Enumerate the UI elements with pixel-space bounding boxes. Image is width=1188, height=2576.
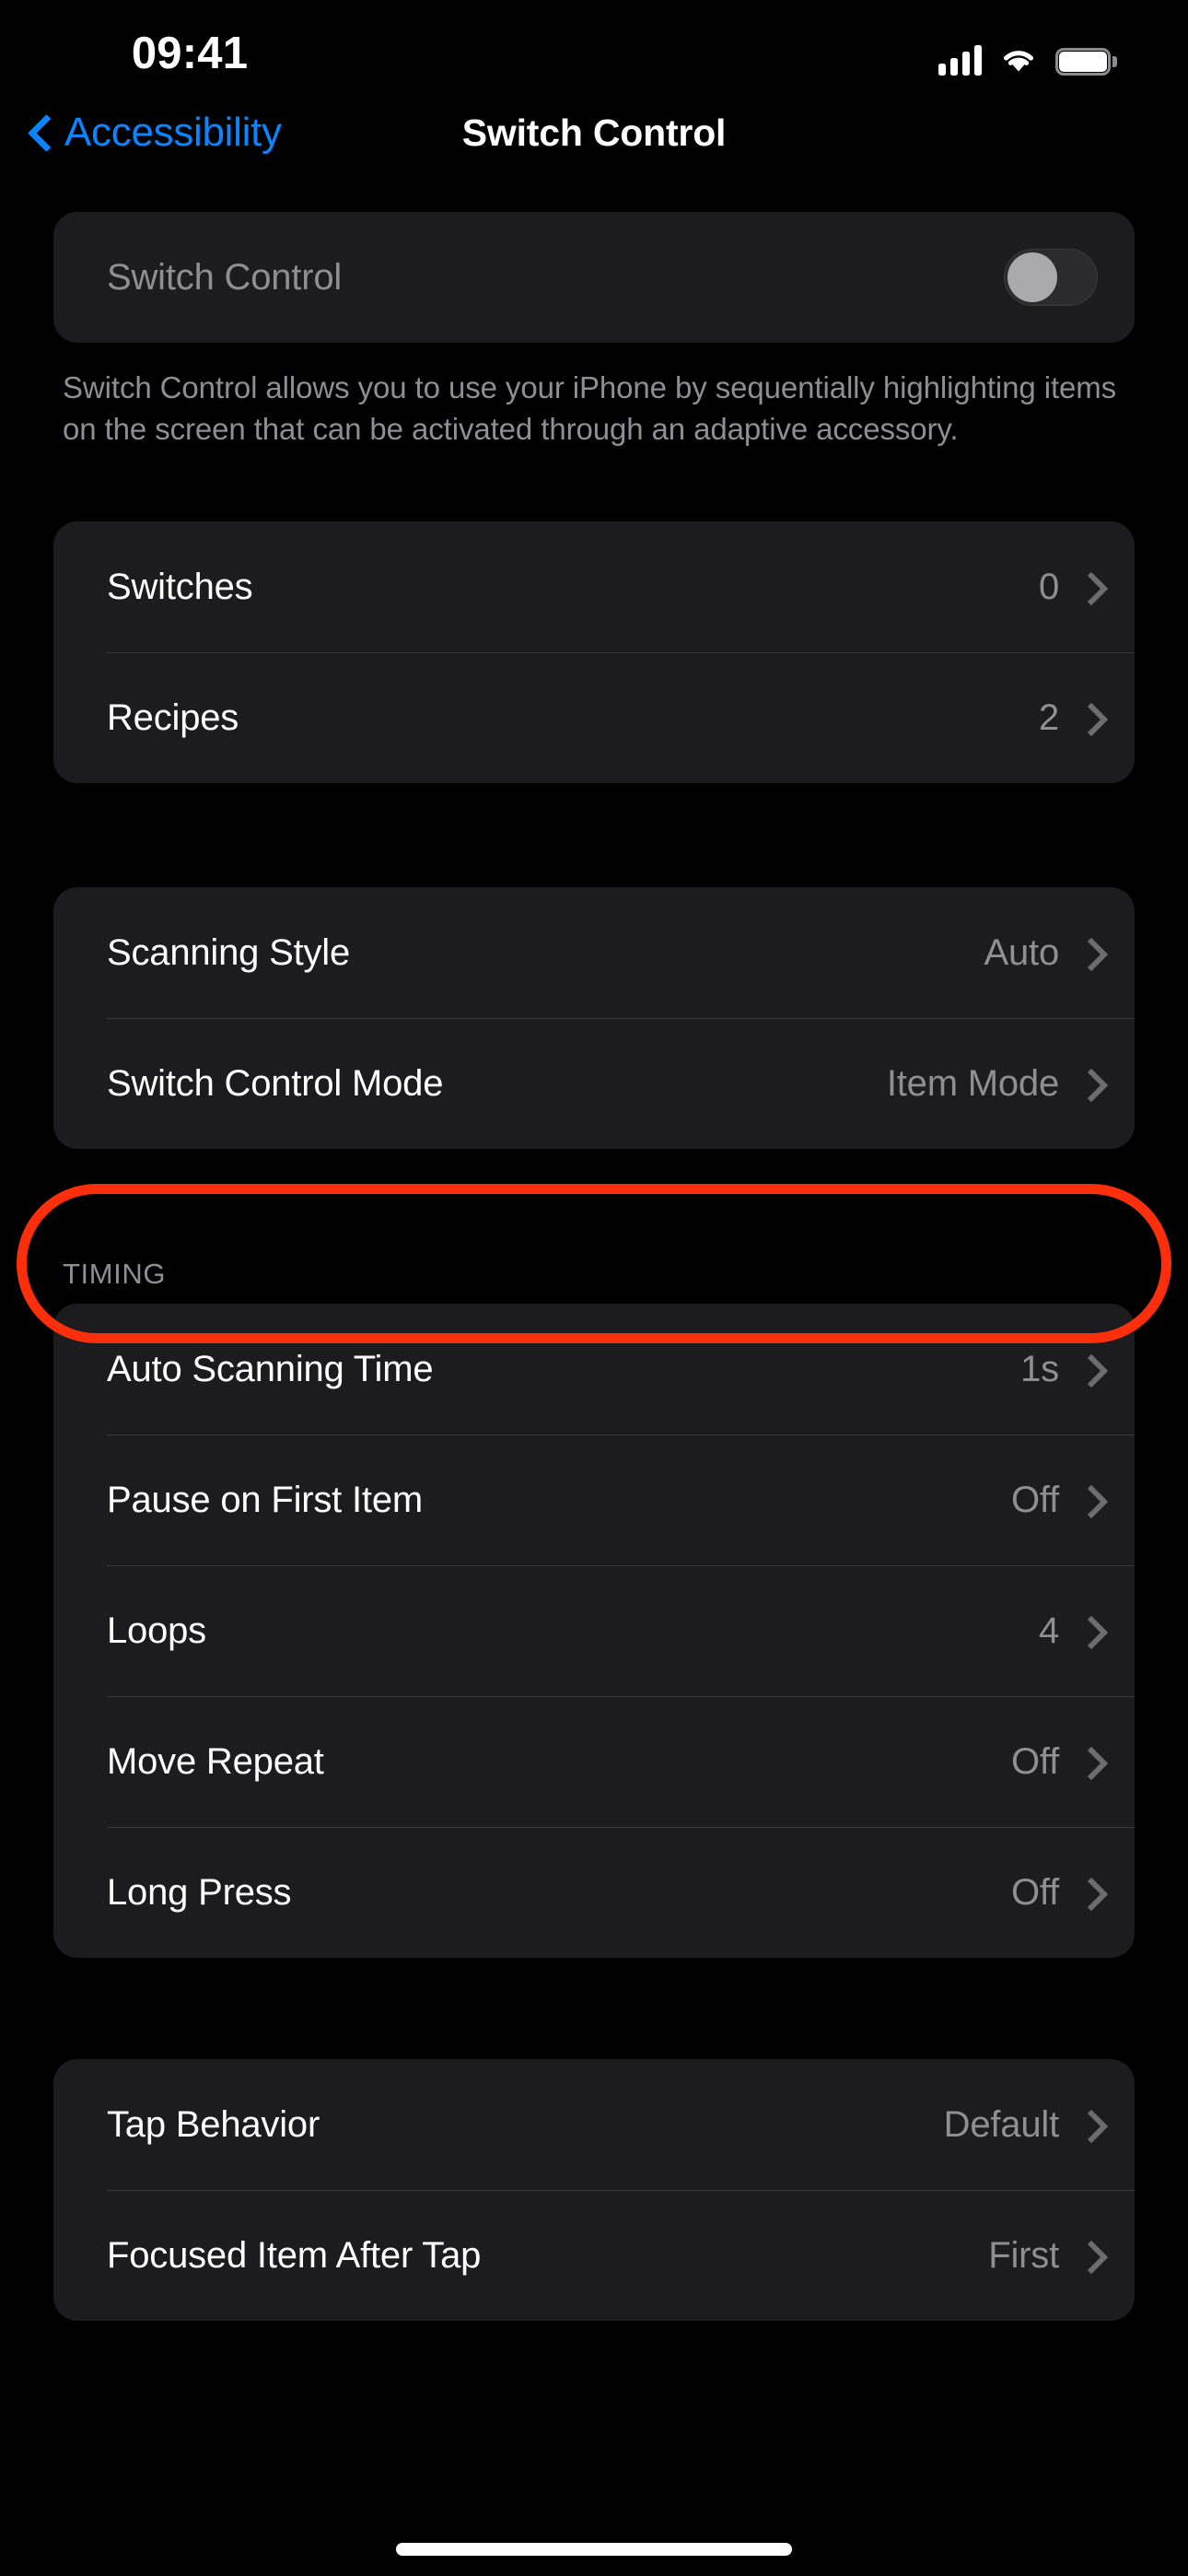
row-value: 1s [1020, 1349, 1059, 1390]
row-label: Scanning Style [107, 932, 984, 974]
row-value: Default [944, 2104, 1059, 2146]
row-label: Focused Item After Tap [107, 2235, 988, 2277]
timing-card: Auto Scanning Time 1s Pause on First Ite… [53, 1304, 1135, 1958]
row-label: Move Repeat [107, 1741, 1011, 1783]
back-button[interactable]: Accessibility [28, 90, 282, 175]
row-auto-scanning-time[interactable]: Auto Scanning Time 1s [53, 1304, 1135, 1434]
chevron-right-icon [1079, 2109, 1098, 2140]
row-label: Tap Behavior [107, 2104, 944, 2146]
navigation-bar: Switch Control Accessibility [0, 90, 1188, 175]
row-label: Switches [107, 567, 1039, 608]
row-move-repeat[interactable]: Move Repeat Off [53, 1696, 1135, 1827]
battery-full-icon [1055, 48, 1111, 76]
chevron-right-icon [1079, 1353, 1098, 1385]
switch-control-footnote: Switch Control allows you to use your iP… [63, 367, 1125, 450]
chevron-right-icon [1079, 1877, 1098, 1908]
chevron-right-icon [1079, 702, 1098, 733]
settings-list: Switch Control Switch Control allows you… [0, 175, 1188, 2321]
row-loops[interactable]: Loops 4 [53, 1565, 1135, 1696]
row-switch-control-mode[interactable]: Switch Control Mode Item Mode [53, 1018, 1135, 1149]
iphone-screen: 09:41 Switch Control Accessib [0, 0, 1188, 2576]
back-button-label: Accessibility [64, 110, 282, 156]
tap-behavior-card: Tap Behavior Default Focused Item After … [53, 2059, 1135, 2321]
row-value: Item Mode [887, 1063, 1059, 1105]
chevron-right-icon [1079, 937, 1098, 968]
switch-control-toggle-card: Switch Control [53, 212, 1135, 343]
scanning-card: Scanning Style Auto Switch Control Mode … [53, 887, 1135, 1149]
row-recipes[interactable]: Recipes 2 [53, 652, 1135, 783]
row-value: Off [1011, 1872, 1059, 1914]
status-bar-time: 09:41 [88, 28, 291, 79]
row-long-press[interactable]: Long Press Off [53, 1827, 1135, 1958]
toggle-knob [1007, 252, 1057, 302]
chevron-right-icon [1079, 1746, 1098, 1777]
row-tap-behavior[interactable]: Tap Behavior Default [53, 2059, 1135, 2190]
home-indicator[interactable] [396, 2543, 792, 2556]
row-label: Recipes [107, 697, 1039, 739]
row-scanning-style[interactable]: Scanning Style Auto [53, 887, 1135, 1018]
section-header-timing: TIMING [63, 1258, 1188, 1291]
row-pause-on-first-item[interactable]: Pause on First Item Off [53, 1434, 1135, 1565]
row-switches[interactable]: Switches 0 [53, 521, 1135, 652]
row-value: Off [1011, 1480, 1059, 1521]
row-value: 0 [1039, 567, 1059, 608]
row-label: Switch Control Mode [107, 1063, 887, 1105]
row-focused-item-after-tap[interactable]: Focused Item After Tap First [53, 2190, 1135, 2321]
row-value: 2 [1039, 697, 1059, 739]
row-label: Long Press [107, 1872, 1011, 1914]
status-bar-indicators [938, 44, 1111, 76]
row-label: Auto Scanning Time [107, 1349, 1020, 1390]
chevron-right-icon [1079, 1484, 1098, 1516]
chevron-right-icon [1079, 571, 1098, 603]
row-switch-control[interactable]: Switch Control [53, 212, 1135, 343]
row-value: Auto [984, 932, 1060, 974]
row-label: Switch Control [107, 257, 1004, 299]
row-value: First [988, 2235, 1059, 2277]
row-value: Off [1011, 1741, 1059, 1783]
chevron-right-icon [1079, 1068, 1098, 1099]
switch-control-toggle[interactable] [1004, 249, 1098, 306]
switches-card: Switches 0 Recipes 2 [53, 521, 1135, 783]
chevron-left-icon [28, 112, 52, 153]
cellular-bars-icon [938, 44, 982, 76]
row-value: 4 [1039, 1610, 1059, 1652]
wifi-icon [1000, 46, 1037, 76]
row-label: Pause on First Item [107, 1480, 1011, 1521]
chevron-right-icon [1079, 2240, 1098, 2271]
row-label: Loops [107, 1610, 1039, 1652]
chevron-right-icon [1079, 1615, 1098, 1646]
